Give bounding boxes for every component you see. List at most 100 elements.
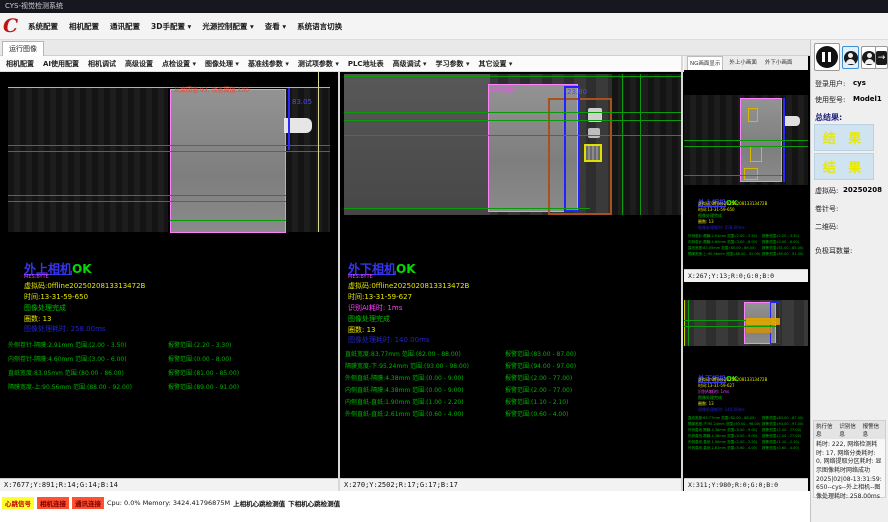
menu-items: 系统配置 相机配置 通讯配置 3D手配置 ▾ 光源控制配置 ▾ 查看 ▾ 系统语… xyxy=(28,20,342,34)
tab-upper-small-view[interactable]: 外上小画面 xyxy=(727,56,759,70)
tool-learn-params[interactable]: 学习参数 ▾ xyxy=(436,59,470,69)
virtual-code: 虚拟码:0ffline2025020813313472B xyxy=(24,281,145,291)
roi-box-blue xyxy=(564,86,580,212)
total-result-label: 总结果: xyxy=(815,112,842,123)
tool-advanced-settings[interactable]: 高级设置 xyxy=(125,59,153,69)
alarm-range: 报警范围:(89.00 - 91.00) xyxy=(762,252,803,257)
tab-ng-display[interactable]: NG画面显示 xyxy=(687,56,723,70)
pause-icon xyxy=(816,46,838,68)
alarm-range: 报警范围:(0.00 - 8.00) xyxy=(168,354,231,363)
alarm-range: 报警范围:(94.00 - 97.00) xyxy=(762,422,803,427)
alarm-range: 报警范围:(83.00 - 87.00) xyxy=(762,416,803,421)
menu-light-config[interactable]: 光源控制配置 ▾ xyxy=(202,20,253,34)
process-elapsed: 图像处理耗时: 258.00ms xyxy=(24,324,106,334)
tab-exec-info[interactable]: 执行信息 xyxy=(816,422,836,438)
photo-background-right xyxy=(286,88,330,232)
pixel-status-lower: X:270;Y:2502;R:17;G:17;B:17 xyxy=(340,478,681,491)
tool-baseline-params[interactable]: 基准线参数 ▾ xyxy=(248,59,289,69)
pause-button[interactable] xyxy=(814,43,840,71)
small-view-tabs: NG画面显示 外上小画面 外下小画面 xyxy=(684,56,808,70)
virtual-code: 虚拟码:0ffline2025020813313472B xyxy=(348,281,469,291)
alarm-range: 报警范围:(0.00 - 8.00) xyxy=(762,240,799,245)
menu-3d-config[interactable]: 3D手配置 ▾ xyxy=(151,20,191,34)
model-value: Model1 xyxy=(853,95,882,103)
tool-advanced-debug[interactable]: 高级调试 ▾ xyxy=(393,59,427,69)
roi-box-yellow xyxy=(744,168,758,180)
menu-system-config[interactable]: 系统配置 xyxy=(28,20,58,34)
measure-line-green xyxy=(8,145,330,146)
virtual-code-label: 虚拟码: xyxy=(815,186,838,196)
measure-line-green-v xyxy=(622,74,623,215)
measure-row: 内侧直纸-隔膜:4.38mm 范围:(0.00 - 9.00) xyxy=(688,434,757,439)
tool-camera-debug[interactable]: 相机调试 xyxy=(88,59,116,69)
measure-line-green xyxy=(344,208,590,209)
tool-camera-config[interactable]: 相机配置 xyxy=(6,59,34,69)
menu-comm-config[interactable]: 通讯配置 xyxy=(110,20,140,34)
measure-row: 内侧卷针-隔膜:4.60mm 范围:(3.00 - 6.00) xyxy=(688,240,757,245)
menu-view[interactable]: 查看 ▾ xyxy=(265,20,286,34)
window-title: CYS-视觉检测系统 xyxy=(5,2,63,10)
roi-box-yellow xyxy=(750,146,762,162)
measure-row: 外侧直纸-隔膜:4.38mm 范围:(0.00 - 9.00) xyxy=(345,373,464,382)
reference-line-yellow xyxy=(8,87,330,88)
exit-button[interactable]: → xyxy=(875,46,888,69)
measure-line-green xyxy=(684,175,782,176)
pixel-status-small1: X:267;Y:13;R:0;G:0;B:0 xyxy=(684,269,808,282)
info-log-panel[interactable]: 执行信息 识别信息 报警信息 耗时: 222, 网络检测耗时: 17, 网络分类… xyxy=(813,420,886,498)
tool-plc-table[interactable]: PLC地址表 xyxy=(348,59,384,69)
menu-camera-config[interactable]: 相机配置 xyxy=(69,20,99,34)
roi-box-yellow xyxy=(584,144,602,162)
cpu-memory-text: Cpu: 0.0% Memory: 3424.41796875M xyxy=(107,499,230,507)
mes-label: MES:BYTE xyxy=(24,274,49,280)
tab-run-image[interactable]: 运行图像 xyxy=(2,41,44,56)
user-button-active[interactable] xyxy=(842,46,859,69)
tab-lower-small-view[interactable]: 外下小画面 xyxy=(763,56,795,70)
qrcode-label: 二维码: xyxy=(815,222,838,232)
measure-row: 内侧直纸-直纸:1.90mm 范围:(1.00 - 2.20) xyxy=(688,440,757,445)
ai-box-label: AI检测框 xyxy=(491,85,515,94)
menu-language-switch[interactable]: 系统语言切换 xyxy=(297,20,342,34)
turns-count: 圈数: 13 xyxy=(348,325,376,335)
measure-line-green xyxy=(684,140,808,141)
pane-divider xyxy=(681,56,683,491)
tab-alarm-info[interactable]: 报警信息 xyxy=(863,422,883,438)
tool-test-params[interactable]: 测试项参数 ▾ xyxy=(298,59,339,69)
exit-door-icon: → xyxy=(876,51,887,65)
tool-ai-config[interactable]: AI使用配置 xyxy=(43,59,79,69)
camera-view-lower[interactable]: AI检测框 23.80 外下相机OK MES:BYTE 虚拟码:0ffline2… xyxy=(340,72,681,478)
photo-bright-region xyxy=(344,74,490,215)
process-done-label: 图像处理完成 xyxy=(348,314,390,324)
info-log-text: 耗时: 222, 网络检测耗时: 17, 网络分类耗时: 0, 网络提取分区耗时… xyxy=(814,439,885,504)
measure-row: 隔膜宽度-下:95.24mm 范围:(93.00 - 98.00) xyxy=(345,361,469,370)
measure-row: 直纸宽度:83.05mm 范围:(80.00 - 86.00) xyxy=(8,368,124,377)
measure-row: 隔膜宽度-上:90.56mm 范围:(88.00 - 92.00) xyxy=(688,252,760,257)
edge-line xyxy=(684,300,685,346)
measure-line-green xyxy=(684,146,808,147)
measure-line-green xyxy=(8,201,286,202)
needle-no-label: 卷针号: xyxy=(815,204,838,214)
tool-spot-check[interactable]: 点检设置 ▾ xyxy=(162,59,196,69)
measure-row: 内侧直纸-隔膜:4.38mm 范围:(0.00 - 9.00) xyxy=(345,385,464,394)
measure-row: 内侧卷针-隔膜:4.60mm 范围:(3.00 - 6.00) xyxy=(8,354,127,363)
measure-row: 外侧卷针-隔膜:2.91mm 范围:(2.00 - 3.50) xyxy=(8,340,127,349)
measure-line-green xyxy=(344,120,681,121)
turns-count: 圈数: 13 xyxy=(24,314,52,324)
right-control-panel: → 登录用户: cys 使用型号: Model1 总结果: 结 果 结 果 虚拟… xyxy=(810,40,888,522)
small-view-ng-upper[interactable]: 外上相机OK 虚拟码:0ffline2025020813313472B 时间:1… xyxy=(684,70,808,269)
process-elapsed: 图像处理耗时: 140.00ms xyxy=(698,407,745,413)
product-region xyxy=(170,89,286,233)
threshold-label: 灰度阈值:93, 动态阈值:100 xyxy=(174,85,249,94)
tab-recognize-info[interactable]: 识别信息 xyxy=(839,422,859,438)
tool-image-process[interactable]: 图像处理 ▾ xyxy=(205,59,239,69)
alarm-range: 报警范围:(2.00 - 77.00) xyxy=(505,373,572,382)
camera-view-upper[interactable]: 灰度阈值:93, 动态阈值:100 83.05 外上相机OK MES:BYTE … xyxy=(0,72,338,478)
measure-row: 外侧卷针-隔膜:2.91mm 范围:(2.00 - 3.50) xyxy=(688,234,757,239)
ai-elapsed: 识别AI耗时: 1ms xyxy=(348,303,402,313)
small-view-ng-lower[interactable]: 外下相机OK 虚拟码:0ffline2025020813313472B 时间:1… xyxy=(684,282,808,478)
app-window: CYS-视觉检测系统 C 系统配置 相机配置 通讯配置 3D手配置 ▾ 光源控制… xyxy=(0,0,888,522)
process-elapsed: 图像处理耗时: 258.00ms xyxy=(698,225,745,231)
tool-other-settings[interactable]: 其它设置 ▾ xyxy=(478,59,512,69)
measure-row: 直纸宽度:83.05mm 范围:(80.00 - 86.00) xyxy=(688,246,756,251)
model-label: 使用型号: xyxy=(815,95,845,105)
alarm-range: 报警范围:(83.00 - 87.00) xyxy=(505,349,576,358)
